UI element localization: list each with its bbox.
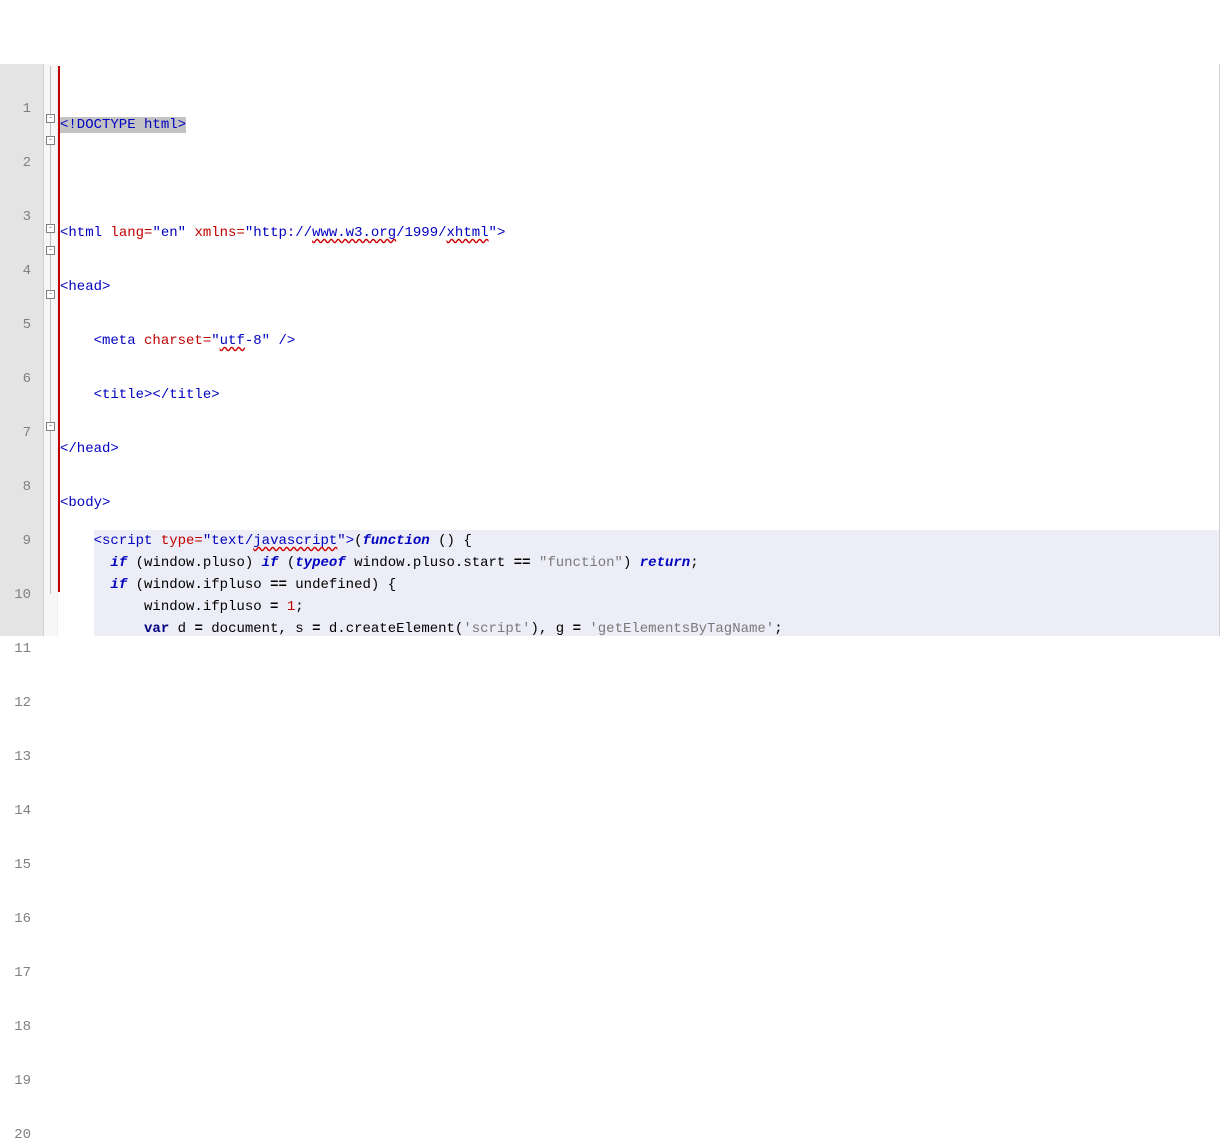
- fold-toggle-icon[interactable]: -: [46, 246, 55, 255]
- line-number: 19: [0, 1070, 31, 1092]
- selection: <!DOCTYPE html>: [60, 117, 186, 133]
- code-line[interactable]: if (window.pluso) if (typeof window.plus…: [94, 552, 1219, 574]
- fold-toggle-icon[interactable]: -: [46, 224, 55, 233]
- line-number: 17: [0, 962, 31, 984]
- line-number: 8: [0, 476, 31, 498]
- fold-column: - - - - - -: [44, 64, 58, 636]
- line-number: 9: [0, 530, 31, 552]
- line-number: 11: [0, 638, 31, 660]
- code-line[interactable]: <title></title>: [60, 384, 1219, 406]
- fold-toggle-icon[interactable]: -: [46, 290, 55, 299]
- line-number: 7: [0, 422, 31, 444]
- line-number: 2: [0, 152, 31, 174]
- code-line[interactable]: </head>: [60, 438, 1219, 460]
- line-number: 15: [0, 854, 31, 876]
- line-number: 13: [0, 746, 31, 768]
- fold-toggle-icon[interactable]: -: [46, 136, 55, 145]
- fold-line: [50, 66, 51, 594]
- code-line[interactable]: <script type="text/javascript">(function…: [94, 530, 1219, 552]
- line-number-gutter: 1 2 3 4 5 6 7 8 9 10 11 12 13 14 15 16 1…: [0, 64, 44, 636]
- code-area[interactable]: <!DOCTYPE html> <html lang="en" xmlns="h…: [58, 64, 1219, 636]
- line-number: 16: [0, 908, 31, 930]
- code-line[interactable]: var d = document, s = d.createElement('s…: [94, 618, 1219, 636]
- line-number: 4: [0, 260, 31, 282]
- code-line[interactable]: window.ifpluso = 1;: [94, 596, 1219, 618]
- code-line[interactable]: <head>: [60, 276, 1219, 298]
- line-number: 14: [0, 800, 31, 822]
- line-number: 18: [0, 1016, 31, 1038]
- code-line[interactable]: <!DOCTYPE html>: [60, 114, 1219, 136]
- line-number: 5: [0, 314, 31, 336]
- line-number: 10: [0, 584, 31, 606]
- line-number: 12: [0, 692, 31, 714]
- code-line[interactable]: <html lang="en" xmlns="http://www.w3.org…: [60, 222, 1219, 244]
- line-number: 1: [0, 98, 31, 120]
- line-number: 20: [0, 1124, 31, 1144]
- line-number: 6: [0, 368, 31, 390]
- code-line[interactable]: if (window.ifpluso == undefined) {: [94, 574, 1219, 596]
- code-line[interactable]: [60, 168, 1219, 190]
- fold-toggle-icon[interactable]: -: [46, 114, 55, 123]
- code-line[interactable]: <meta charset="utf-8" />: [60, 330, 1219, 352]
- line-number: 3: [0, 206, 31, 228]
- change-marker: [58, 66, 60, 592]
- fold-toggle-icon[interactable]: -: [46, 422, 55, 431]
- code-editor[interactable]: 1 2 3 4 5 6 7 8 9 10 11 12 13 14 15 16 1…: [0, 64, 1220, 636]
- code-line[interactable]: <body>: [60, 492, 1219, 514]
